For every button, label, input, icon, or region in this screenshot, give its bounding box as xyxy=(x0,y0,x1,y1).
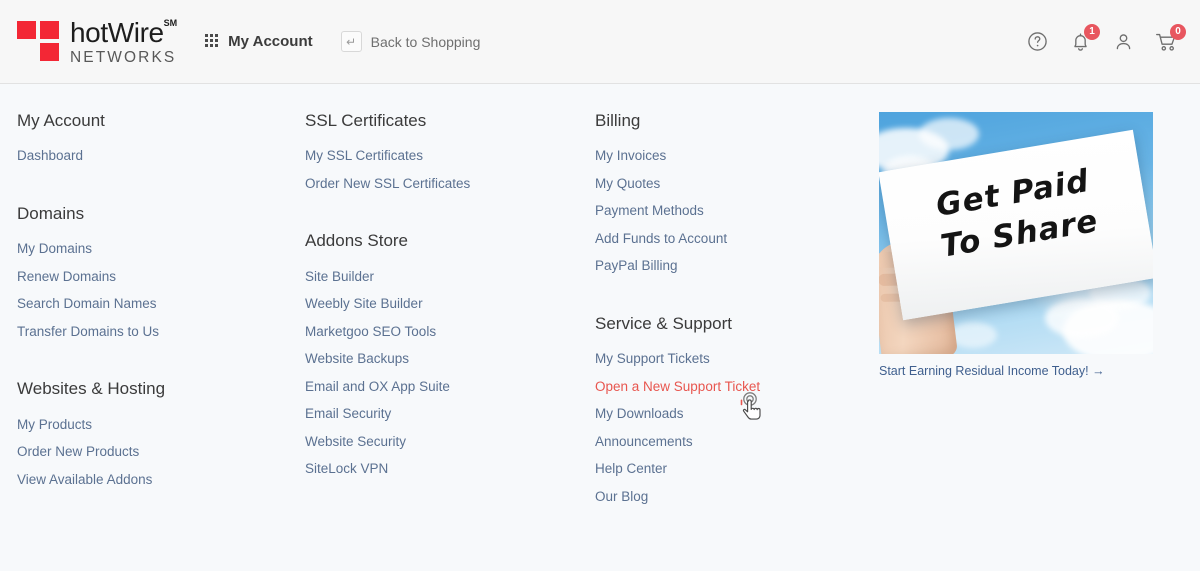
promo-banner: Get Paid To Share Start Earning Residual… xyxy=(879,111,1189,378)
header-actions: 1 0 xyxy=(1024,23,1186,55)
nav-link-my-downloads[interactable]: My Downloads xyxy=(595,401,869,429)
nav-link-order-new-products[interactable]: Order New Products xyxy=(17,439,289,467)
user-account-icon[interactable] xyxy=(1110,29,1136,55)
my-account-label: My Account xyxy=(228,33,313,50)
promo-sign-text: Get Paid To Share xyxy=(883,155,1150,272)
nav-link-my-invoices[interactable]: My Invoices xyxy=(595,143,869,171)
account-menu-panel: My Account Dashboard Domains My Domains … xyxy=(0,84,1200,511)
nav-link-help-center[interactable]: Help Center xyxy=(595,456,869,484)
group-title: Service & Support xyxy=(595,313,733,333)
nav-link-marketgoo-seo-tools[interactable]: Marketgoo SEO Tools xyxy=(305,319,579,347)
brand-name-bottom: NETWORKS xyxy=(70,48,177,66)
nav-link-my-products[interactable]: My Products xyxy=(17,412,289,440)
notifications-bell-icon[interactable]: 1 xyxy=(1067,23,1100,55)
group-title: Domains xyxy=(17,203,85,223)
nav-link-weebly-site-builder[interactable]: Weebly Site Builder xyxy=(305,291,579,319)
brand-logo[interactable]: hotWireSM NETWORKS xyxy=(17,18,177,66)
menu-group-my-account: My Account Dashboard xyxy=(17,111,289,171)
top-header-bar: hotWireSM NETWORKS My Account ↵ Back to … xyxy=(0,0,1200,84)
return-arrow-icon: ↵ xyxy=(340,31,362,52)
help-icon[interactable] xyxy=(1024,29,1050,55)
menu-column-1: My Account Dashboard Domains My Domains … xyxy=(0,111,289,511)
nav-link-my-ssl-certificates[interactable]: My SSL Certificates xyxy=(305,143,579,171)
nav-link-view-available-addons[interactable]: View Available Addons xyxy=(17,467,289,495)
nav-link-add-funds-to-account[interactable]: Add Funds to Account xyxy=(595,226,869,254)
my-account-menu-button[interactable]: My Account xyxy=(205,33,313,50)
nav-link-open-a-new-support-ticket[interactable]: Open a New Support Ticket xyxy=(595,374,869,402)
service-mark-icon: SM xyxy=(163,18,178,29)
group-title: Billing xyxy=(595,111,641,130)
nav-link-sitelock-vpn[interactable]: SiteLock VPN xyxy=(305,456,579,484)
nav-link-search-domain-names[interactable]: Search Domain Names xyxy=(17,291,289,319)
menu-group-addons-store: Addons Store Site Builder Weebly Site Bu… xyxy=(305,231,579,483)
notifications-badge: 1 xyxy=(1084,23,1100,40)
nav-link-transfer-domains-to-us[interactable]: Transfer Domains to Us xyxy=(17,319,289,347)
menu-group-service-support: Service & Support My Support Tickets Ope… xyxy=(595,314,869,511)
nav-link-announcements[interactable]: Announcements xyxy=(595,429,869,457)
menu-column-3: Billing My Invoices My Quotes Payment Me… xyxy=(579,111,869,511)
group-title: SSL Certificates xyxy=(305,111,427,130)
cloud-decoration-icon xyxy=(919,118,979,150)
promo-image-get-paid-to-share[interactable]: Get Paid To Share xyxy=(879,112,1153,354)
nav-link-site-builder[interactable]: Site Builder xyxy=(305,264,579,292)
nav-link-email-security[interactable]: Email Security xyxy=(305,401,579,429)
nav-link-dashboard[interactable]: Dashboard xyxy=(17,143,289,171)
promo-caption-link[interactable]: Start Earning Residual Income Today! → xyxy=(879,364,1189,378)
shopping-cart-icon[interactable]: 0 xyxy=(1153,23,1186,55)
nav-link-email-and-ox-app-suite[interactable]: Email and OX App Suite xyxy=(305,374,579,402)
menu-column-2: SSL Certificates My SSL Certificates Ord… xyxy=(289,111,579,511)
nav-link-website-security[interactable]: Website Security xyxy=(305,429,579,457)
nav-link-payment-methods[interactable]: Payment Methods xyxy=(595,198,869,226)
cart-badge: 0 xyxy=(1170,23,1186,40)
brand-wordmark: hotWireSM NETWORKS xyxy=(70,18,177,66)
nav-link-my-support-tickets[interactable]: My Support Tickets xyxy=(595,346,869,374)
nav-link-my-domains[interactable]: My Domains xyxy=(17,236,289,264)
group-title: Addons Store xyxy=(305,231,409,251)
brand-name-top: hotWire xyxy=(70,16,164,48)
nav-link-renew-domains[interactable]: Renew Domains xyxy=(17,264,289,292)
group-title: Websites & Hosting xyxy=(17,379,166,399)
grid-apps-icon xyxy=(205,34,220,49)
back-to-shopping-button[interactable]: ↵ Back to Shopping xyxy=(340,31,481,52)
group-title: My Account xyxy=(17,111,105,130)
nav-link-website-backups[interactable]: Website Backups xyxy=(305,346,579,374)
nav-link-order-new-ssl-certificates[interactable]: Order New SSL Certificates xyxy=(305,171,579,199)
menu-group-websites-hosting: Websites & Hosting My Products Order New… xyxy=(17,379,289,494)
menu-group-billing: Billing My Invoices My Quotes Payment Me… xyxy=(595,111,869,281)
menu-group-ssl-certificates: SSL Certificates My SSL Certificates Ord… xyxy=(305,111,579,198)
nav-link-paypal-billing[interactable]: PayPal Billing xyxy=(595,253,869,281)
nav-link-my-quotes[interactable]: My Quotes xyxy=(595,171,869,199)
back-to-shopping-label: Back to Shopping xyxy=(370,33,481,50)
nav-link-our-blog[interactable]: Our Blog xyxy=(595,484,869,512)
logo-squares-icon xyxy=(17,21,61,62)
menu-group-domains: Domains My Domains Renew Domains Search … xyxy=(17,204,289,346)
menu-column-4: Get Paid To Share Start Earning Residual… xyxy=(869,111,1189,511)
